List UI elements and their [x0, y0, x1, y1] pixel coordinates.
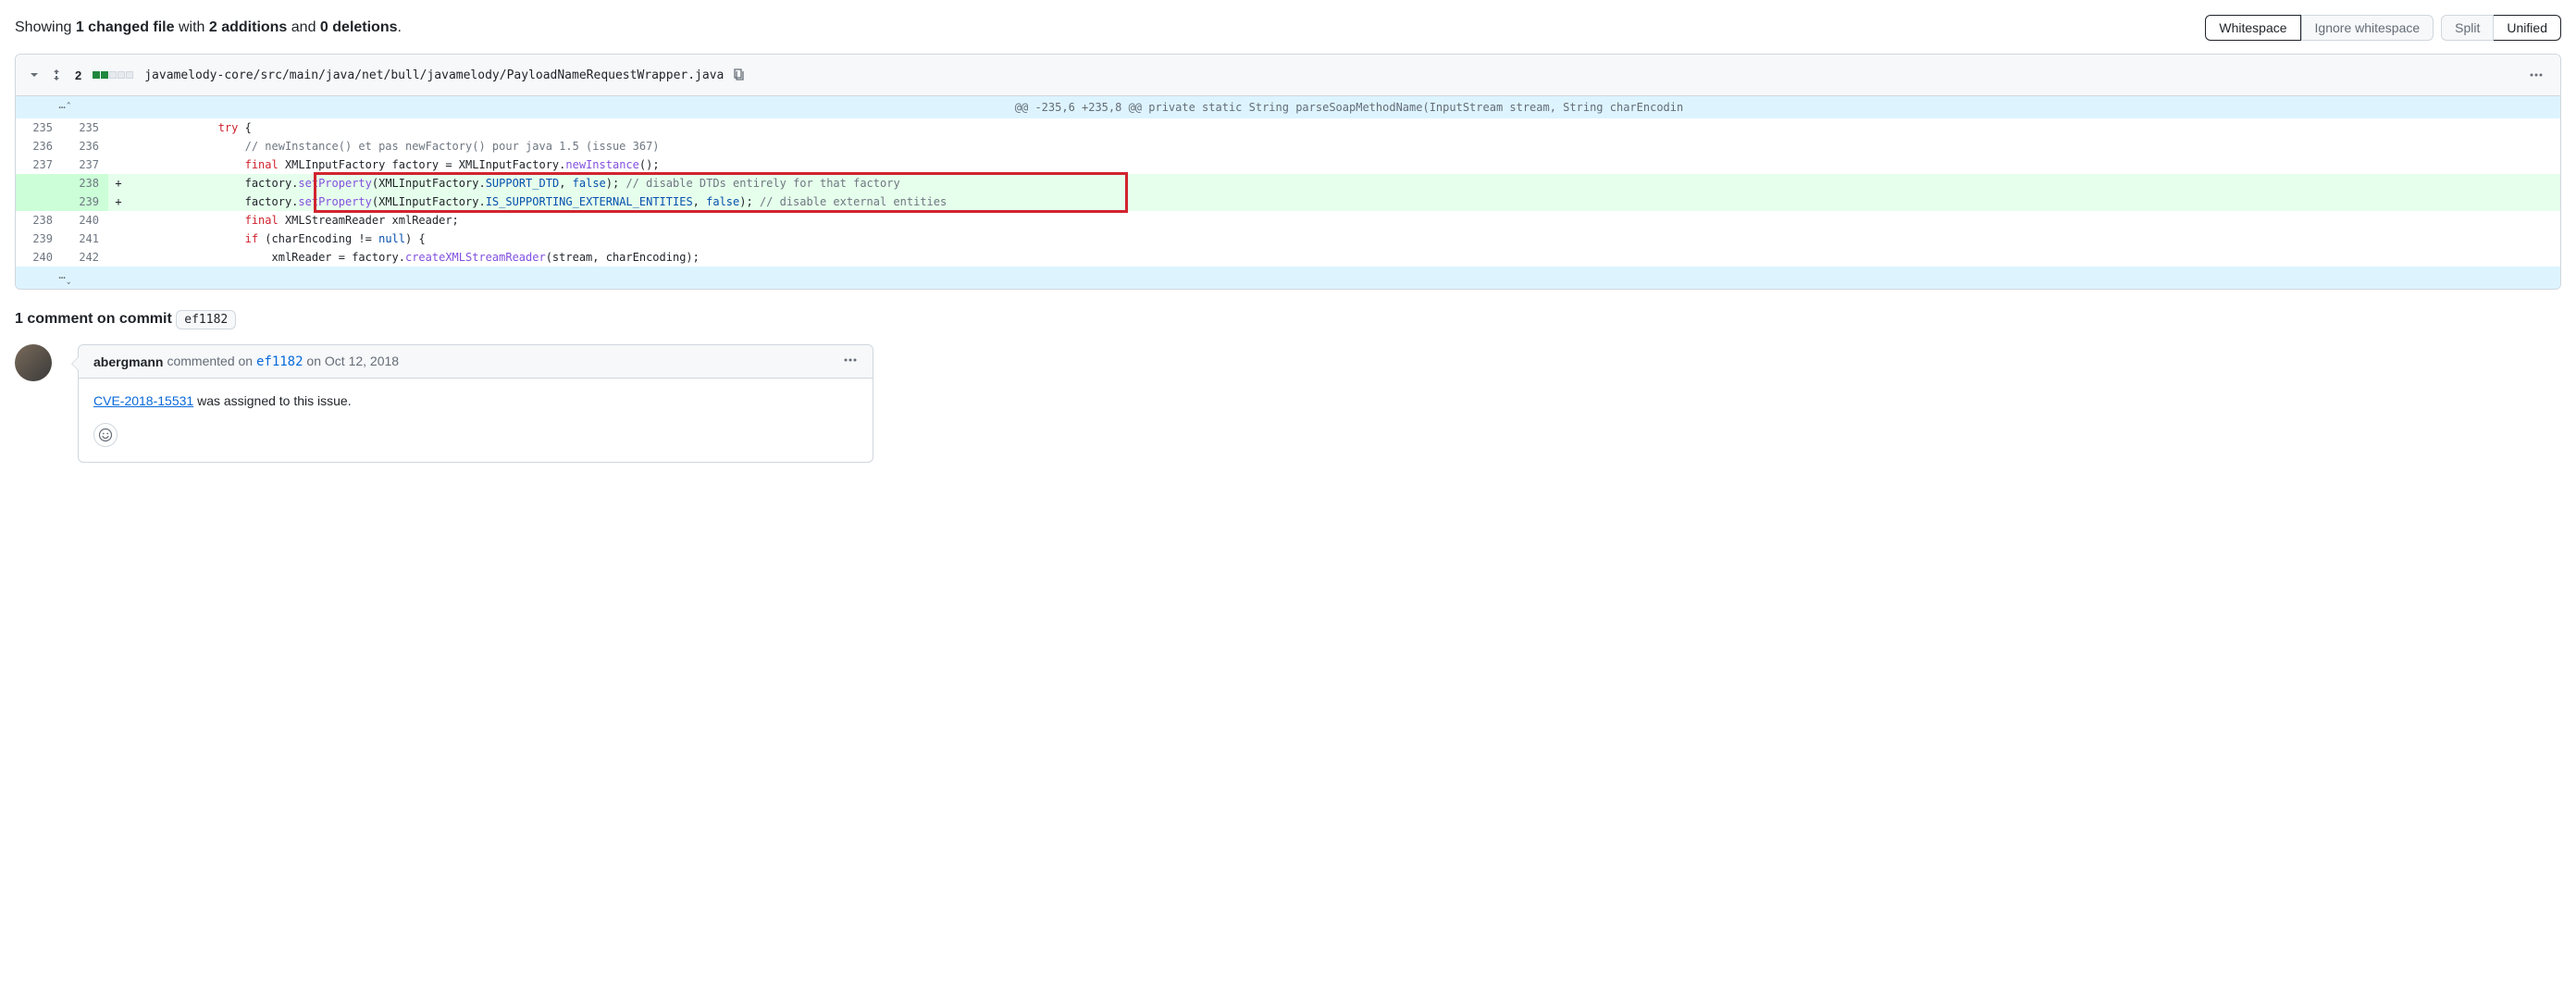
diff-line: 238240 final XMLStreamReader xmlReader;: [16, 211, 2560, 230]
expand-down-icon: ⋯̬: [58, 271, 65, 284]
commit-sha-badge: ef1182: [176, 310, 236, 329]
add-reaction-button[interactable]: [93, 423, 118, 447]
chevron-down-icon[interactable]: [27, 68, 42, 82]
diff-line: 235235 try {: [16, 118, 2560, 137]
old-line-number[interactable]: [16, 192, 62, 211]
cve-link[interactable]: CVE-2018-15531: [93, 393, 193, 408]
comment-body: CVE-2018-15531 was assigned to this issu…: [79, 379, 873, 423]
diff-line: 237237 final XMLInputFactory factory = X…: [16, 155, 2560, 174]
whitespace-toggle-group: Whitespace Ignore whitespace: [2205, 15, 2434, 41]
expand-up-row[interactable]: ⋯̂ @@ -235,6 +235,8 @@ private static St…: [16, 96, 2560, 118]
code-content[interactable]: // newInstance() et pas newFactory() pou…: [129, 137, 2560, 155]
old-line-number[interactable]: 240: [16, 248, 62, 267]
whitespace-show-button[interactable]: Whitespace: [2205, 15, 2300, 41]
comment-author-link[interactable]: abergmann: [93, 354, 163, 369]
comment: abergmann commented on ef1182 on Oct 12,…: [78, 344, 873, 463]
avatar[interactable]: [15, 344, 52, 381]
view-mode-toggle-group: Split Unified: [2441, 15, 2561, 41]
line-marker: [108, 248, 129, 267]
new-line-number[interactable]: 235: [62, 118, 108, 137]
line-marker: [108, 137, 129, 155]
old-line-number[interactable]: 235: [16, 118, 62, 137]
new-line-number[interactable]: 238: [62, 174, 108, 192]
hunk-header: @@ -235,6 +235,8 @@ private static Strin…: [129, 96, 2560, 118]
comments-heading: 1 comment on commit ef1182: [15, 310, 2561, 329]
whitespace-ignore-button[interactable]: Ignore whitespace: [2301, 15, 2434, 41]
copy-path-icon[interactable]: [731, 68, 746, 82]
code-content[interactable]: final XMLStreamReader xmlReader;: [129, 211, 2560, 230]
code-content[interactable]: try {: [129, 118, 2560, 137]
file-change-count: 2: [75, 68, 81, 82]
split-view-button[interactable]: Split: [2441, 15, 2494, 41]
expand-up-icon: ⋯̂: [58, 101, 65, 114]
diff-line: 240242 xmlReader = factory.createXMLStre…: [16, 248, 2560, 267]
file-path-link[interactable]: javamelody-core/src/main/java/net/bull/j…: [144, 68, 724, 82]
line-marker: [108, 155, 129, 174]
new-line-number[interactable]: 242: [62, 248, 108, 267]
code-content[interactable]: if (charEncoding != null) {: [129, 230, 2560, 248]
expand-down-row[interactable]: ⋯̬: [16, 267, 2560, 289]
file-menu-kebab-icon[interactable]: [2523, 62, 2549, 88]
new-line-number[interactable]: 237: [62, 155, 108, 174]
line-marker: [108, 118, 129, 137]
unified-view-button[interactable]: Unified: [2494, 15, 2561, 41]
line-marker: [108, 211, 129, 230]
diff-line: 236236 // newInstance() et pas newFactor…: [16, 137, 2560, 155]
old-line-number[interactable]: 237: [16, 155, 62, 174]
diff-summary: Showing 1 changed file with 2 additions …: [15, 19, 402, 36]
diffstat: [93, 71, 133, 79]
old-line-number[interactable]: 239: [16, 230, 62, 248]
diff-line: 238+ factory.setProperty(XMLInputFactory…: [16, 174, 2560, 192]
new-line-number[interactable]: 240: [62, 211, 108, 230]
old-line-number[interactable]: 238: [16, 211, 62, 230]
line-marker: [108, 230, 129, 248]
smiley-icon: [98, 428, 113, 442]
new-line-number[interactable]: 241: [62, 230, 108, 248]
diff-line: 239+ factory.setProperty(XMLInputFactory…: [16, 192, 2560, 211]
old-line-number[interactable]: [16, 174, 62, 192]
file-diff-container: 2 javamelody-core/src/main/java/net/bull…: [15, 54, 2561, 290]
diff-table: ⋯̂ @@ -235,6 +235,8 @@ private static St…: [16, 96, 2560, 289]
expand-all-icon[interactable]: [49, 68, 64, 82]
new-line-number[interactable]: 239: [62, 192, 108, 211]
code-content[interactable]: xmlReader = factory.createXMLStreamReade…: [129, 248, 2560, 267]
old-line-number[interactable]: 236: [16, 137, 62, 155]
code-content[interactable]: factory.setProperty(XMLInputFactory.SUPP…: [129, 174, 2560, 192]
line-marker: +: [108, 192, 129, 211]
code-content[interactable]: factory.setProperty(XMLInputFactory.IS_S…: [129, 192, 2560, 211]
new-line-number[interactable]: 236: [62, 137, 108, 155]
diff-line: 239241 if (charEncoding != null) {: [16, 230, 2560, 248]
line-marker: +: [108, 174, 129, 192]
code-content[interactable]: final XMLInputFactory factory = XMLInput…: [129, 155, 2560, 174]
comment-sha-link[interactable]: ef1182: [256, 354, 303, 369]
comment-menu-kebab-icon[interactable]: [843, 353, 858, 370]
